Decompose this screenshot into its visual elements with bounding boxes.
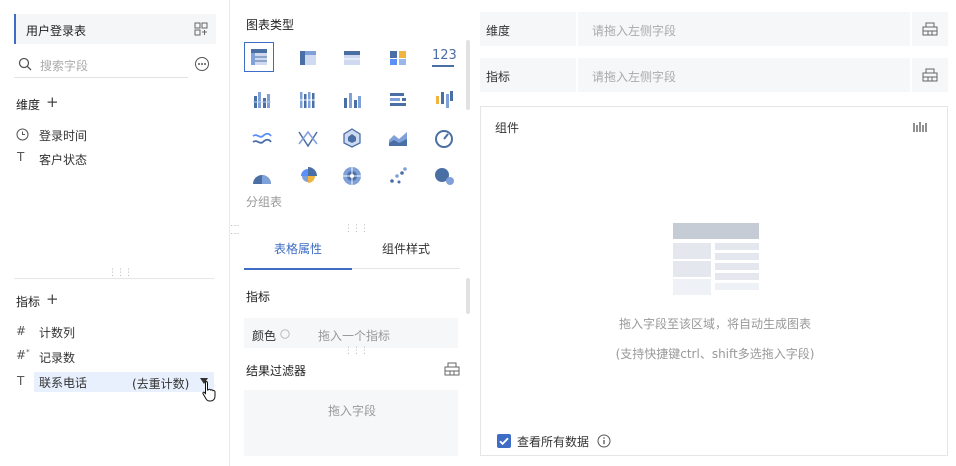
dimension-label: 客户状态 [39, 153, 88, 167]
metric-label: 联系电话 [39, 376, 88, 390]
panel-splitter[interactable]: ⋮⋮ [229, 221, 239, 237]
dimension-row-label: 维度 [486, 24, 511, 38]
clock-icon [16, 128, 29, 141]
row-separator [910, 12, 912, 46]
component-canvas[interactable]: 组件 拖入字段至该区域，将自动生成图表 (支持快捷键ctrl、shift多选拖入… [480, 106, 948, 456]
metric-config-title: 指标 [246, 290, 271, 304]
radar-line-icon[interactable] [296, 126, 320, 150]
rose-pie-icon[interactable] [296, 164, 320, 188]
info-icon [280, 329, 290, 339]
text-type-icon: T [17, 150, 25, 164]
search-input[interactable]: 搜索字段 [40, 57, 88, 74]
row-separator [910, 58, 912, 92]
search-underline [14, 77, 188, 78]
tab-component-style[interactable]: 组件样式 [352, 238, 460, 269]
metric-settings-icon[interactable] [922, 68, 938, 82]
empty-table-illustration [673, 223, 759, 295]
range-column-icon[interactable] [432, 88, 456, 112]
search-icon [18, 57, 32, 71]
metric-drop-row[interactable]: 指标 请拖入左侧字段 [480, 58, 948, 92]
table-selector[interactable]: 用户登录表 [14, 14, 216, 44]
add-metric-icon[interactable]: + [46, 290, 59, 308]
dimension-settings-icon[interactable] [922, 22, 938, 36]
empty-state-hint: 拖入字段至该区域，将自动生成图表 [618, 317, 811, 331]
dimension-drop-row[interactable]: 维度 请拖入左侧字段 [480, 12, 948, 46]
text-type-icon: T [17, 374, 25, 388]
dimension-label: 登录时间 [39, 129, 88, 143]
row-separator [576, 12, 578, 46]
add-dimension-icon[interactable]: + [46, 93, 59, 111]
scatter-icon[interactable] [386, 164, 410, 188]
mouse-cursor-icon [201, 380, 219, 402]
view-all-label: 查看所有数据 [517, 435, 590, 449]
line-icon[interactable] [250, 126, 274, 150]
horizontal-bar-icon[interactable] [386, 88, 410, 112]
section-divider [14, 278, 214, 279]
chart-type-title: 图表类型 [246, 18, 295, 32]
metric-drop-hint: 请拖入左侧字段 [592, 70, 677, 84]
left-field-panel: 用户登录表 搜索字段 维度 + 登录时间 T 客户状态 ⋮⋮⋮ 指标 + # 计… [0, 0, 230, 466]
color-label: 颜色 [252, 329, 277, 343]
sunburst-icon[interactable] [340, 164, 364, 188]
filter-drop-zone[interactable]: 拖入字段 [244, 390, 458, 456]
dimension-section-title: 维度 [16, 98, 41, 112]
filter-title: 结果过滤器 [246, 364, 307, 378]
metric-label: 记录数 [39, 351, 76, 365]
more-options-icon[interactable] [194, 56, 210, 72]
chart-type-group-label: 分组表 [246, 195, 283, 209]
metric-label: 计数列 [39, 326, 76, 340]
view-all-checkbox[interactable] [497, 434, 511, 448]
aggregation-badge: (去重计数) [132, 377, 190, 391]
gauge-icon[interactable] [432, 126, 456, 150]
table-icon[interactable] [244, 42, 274, 72]
filter-settings-icon[interactable] [444, 362, 460, 376]
metric-row-label: 指标 [486, 70, 511, 84]
hash-icon: # [16, 324, 27, 338]
resize-handle[interactable]: ⋮⋮⋮ [344, 224, 369, 234]
chart-type-scrollbar[interactable] [466, 40, 470, 110]
chart-config-panel: 图表类型 123 分组表 ⋮⋮⋮ 表格属性 组件样式 指标 颜色 拖入一个指标 … [230, 0, 472, 466]
config-scrollbar[interactable] [466, 278, 470, 314]
column-icon[interactable] [340, 88, 364, 112]
switch-table-icon[interactable] [194, 22, 208, 36]
empty-state-subhint: (支持快捷键ctrl、shift多选拖入字段) [615, 347, 815, 361]
tab-table-properties[interactable]: 表格属性 [244, 238, 352, 270]
chart-switch-icon[interactable] [913, 121, 929, 133]
stacked-bar-icon[interactable] [296, 88, 320, 112]
resize-handle[interactable]: ⋮⋮⋮ [344, 346, 369, 356]
metric-section-title: 指标 [16, 295, 41, 309]
dimension-drop-hint: 请拖入左侧字段 [592, 24, 677, 38]
cross-table-icon[interactable] [296, 46, 320, 70]
bubble-icon[interactable] [432, 164, 456, 188]
area-icon[interactable] [386, 126, 410, 150]
filter-drop-hint: 拖入字段 [328, 404, 377, 418]
kpi-number-icon[interactable]: 123 [430, 46, 460, 70]
info-icon[interactable] [597, 434, 611, 448]
resize-handle[interactable]: ⋮⋮⋮ [108, 268, 133, 278]
hash-calc-icon: #* [16, 348, 30, 362]
kpi-label: 123 [432, 48, 457, 63]
polygon-icon[interactable] [340, 126, 364, 150]
color-block-icon[interactable] [386, 46, 410, 70]
field-search[interactable]: 搜索字段 [14, 54, 216, 78]
row-separator [576, 58, 578, 92]
component-title: 组件 [495, 121, 520, 135]
table-name: 用户登录表 [26, 24, 87, 38]
detail-table-icon[interactable] [340, 46, 364, 70]
color-drop-zone[interactable]: 颜色 拖入一个指标 [244, 318, 458, 348]
grouped-bar-icon[interactable] [250, 88, 274, 112]
color-drop-hint: 拖入一个指标 [318, 329, 391, 343]
semi-pie-icon[interactable] [250, 164, 274, 188]
